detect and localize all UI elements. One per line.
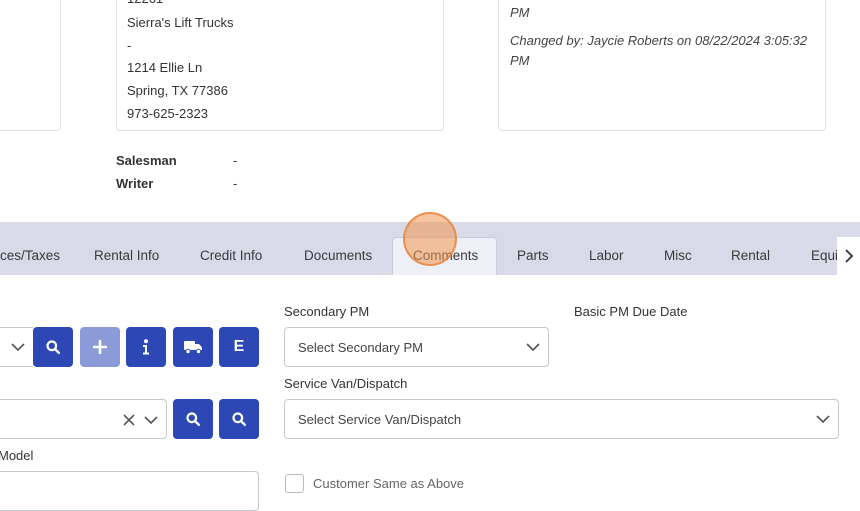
tab-equipment[interactable]: Equi bbox=[811, 248, 838, 263]
search-icon bbox=[46, 340, 60, 354]
basic-pm-due-date-label: Basic PM Due Date bbox=[574, 304, 688, 319]
secondary-pm-select[interactable]: Select Secondary PM bbox=[284, 327, 549, 367]
tab-labor[interactable]: Labor bbox=[589, 248, 624, 263]
customer-city-state: Spring, TX 77386 bbox=[127, 83, 228, 98]
tab-documents[interactable]: Documents bbox=[304, 248, 372, 263]
salesman-value: - bbox=[233, 153, 238, 168]
search-button[interactable] bbox=[33, 327, 73, 367]
writer-label: Writer bbox=[116, 176, 154, 191]
customer-street: 1214 Ellie Ln bbox=[127, 60, 203, 75]
service-van-select[interactable]: Select Service Van/Dispatch bbox=[284, 399, 839, 439]
tab-credit-info[interactable]: Credit Info bbox=[200, 248, 262, 263]
chevron-down-icon bbox=[526, 343, 540, 352]
plus-icon bbox=[93, 340, 107, 354]
customer-select-partial[interactable] bbox=[0, 399, 167, 439]
chevron-down-icon bbox=[144, 416, 158, 425]
e-button-label: E bbox=[233, 338, 245, 355]
equipment-select-partial[interactable] bbox=[0, 327, 33, 367]
add-button[interactable] bbox=[80, 327, 120, 367]
model-input[interactable] bbox=[0, 471, 259, 511]
same-as-above-label: Customer Same as Above bbox=[313, 476, 465, 491]
secondary-pm-label: Secondary PM bbox=[284, 304, 370, 319]
customer-number: 12261 bbox=[127, 0, 163, 6]
info-button[interactable] bbox=[126, 327, 166, 367]
tab-parts[interactable]: Parts bbox=[517, 248, 549, 263]
service-van-label: Service Van/Dispatch bbox=[284, 376, 408, 391]
info-icon bbox=[143, 339, 149, 355]
left-card-partial bbox=[0, 0, 61, 131]
audit-info-card: Created by: Jaycie Roberts on 08/22/2024… bbox=[498, 0, 826, 131]
clear-icon[interactable] bbox=[123, 414, 135, 426]
chevron-right-icon bbox=[844, 249, 853, 263]
tab-rental[interactable]: Rental bbox=[731, 248, 770, 263]
tab-scroll-right-button[interactable] bbox=[837, 237, 860, 275]
search-icon bbox=[186, 412, 200, 426]
customer-search-button[interactable] bbox=[173, 399, 213, 439]
e-button[interactable]: E bbox=[219, 327, 259, 367]
chevron-down-icon bbox=[11, 343, 25, 352]
service-van-placeholder: Select Service Van/Dispatch bbox=[298, 412, 462, 427]
changed-by-text: Changed by: Jaycie Roberts on 08/22/2024… bbox=[510, 33, 808, 68]
tab-prices-taxes[interactable]: ces/Taxes bbox=[0, 248, 60, 263]
dispatch-truck-button[interactable] bbox=[173, 327, 213, 367]
customer-search-button-2[interactable] bbox=[219, 399, 259, 439]
customer-address-card: 12261 Sierra's Lift Trucks - 1214 Ellie … bbox=[116, 0, 444, 131]
writer-value: - bbox=[233, 176, 238, 191]
truck-icon bbox=[184, 341, 202, 354]
same-as-above-checkbox[interactable] bbox=[285, 474, 304, 493]
salesman-label: Salesman bbox=[116, 153, 177, 168]
secondary-pm-placeholder: Select Secondary PM bbox=[298, 340, 424, 355]
click-indicator bbox=[403, 212, 457, 266]
chevron-down-icon bbox=[816, 415, 830, 424]
customer-line-dash: - bbox=[127, 38, 132, 53]
customer-name: Sierra's Lift Trucks bbox=[127, 15, 234, 30]
search-icon bbox=[232, 412, 246, 426]
model-label: Model bbox=[0, 448, 34, 463]
tab-rental-info[interactable]: Rental Info bbox=[94, 248, 159, 263]
customer-phone: 973-625-2323 bbox=[127, 106, 208, 121]
tab-misc[interactable]: Misc bbox=[664, 248, 692, 263]
created-by-text: Created by: Jaycie Roberts on 08/22/2024… bbox=[510, 5, 530, 20]
